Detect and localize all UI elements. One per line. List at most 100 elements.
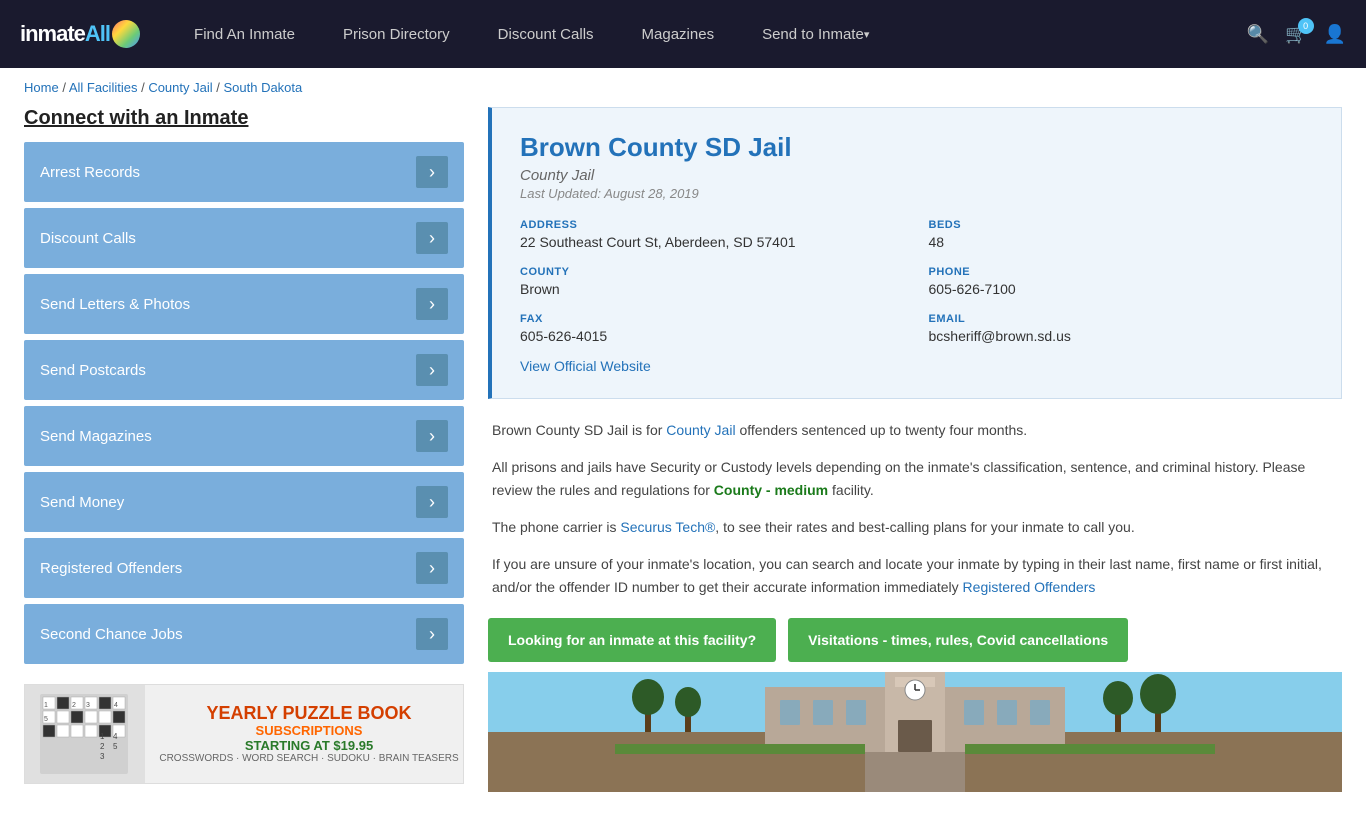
- svg-text:3: 3: [100, 752, 105, 761]
- sidebar-item-arrest-records[interactable]: Arrest Records ›: [24, 142, 464, 202]
- sidebar-ad[interactable]: 1 2 3 4 5 1 2 3 4 5 YEARLY PUZZLE BOOK S…: [24, 684, 464, 784]
- sidebar-item-registered-offenders[interactable]: Registered Offenders ›: [24, 538, 464, 598]
- sidebar-item-label: Registered Offenders: [40, 560, 182, 577]
- sidebar-item-discount-calls[interactable]: Discount Calls ›: [24, 208, 464, 268]
- search-button[interactable]: 🔍: [1247, 24, 1269, 45]
- desc-p1-after: offenders sentenced up to twenty four mo…: [736, 422, 1028, 438]
- county-jail-link[interactable]: County Jail: [666, 422, 735, 438]
- beds-field: BEDS 48: [929, 219, 1314, 250]
- account-button[interactable]: 👤: [1324, 24, 1346, 45]
- chevron-right-icon: ›: [416, 222, 448, 254]
- breadcrumb-all-facilities[interactable]: All Facilities: [69, 80, 138, 95]
- main-container: Connect with an Inmate Arrest Records › …: [0, 107, 1366, 822]
- sidebar-item-send-postcards[interactable]: Send Postcards ›: [24, 340, 464, 400]
- facility-type: County Jail: [520, 167, 1313, 184]
- navbar: inmateAll Find An Inmate Prison Director…: [0, 0, 1366, 68]
- description-area: Brown County SD Jail is for County Jail …: [488, 419, 1342, 600]
- fax-value: 605-626-4015: [520, 328, 905, 344]
- address-field: ADDRESS 22 Southeast Court St, Aberdeen,…: [520, 219, 905, 250]
- facility-updated: Last Updated: August 28, 2019: [520, 186, 1313, 201]
- svg-text:2: 2: [72, 702, 76, 709]
- svg-text:5: 5: [113, 742, 118, 751]
- nav-send-to-inmate[interactable]: Send to Inmate: [738, 0, 893, 68]
- ad-subtitle: SUBSCRIPTIONS: [155, 723, 463, 738]
- phone-value: 605-626-7100: [929, 281, 1314, 297]
- chevron-right-icon: ›: [416, 288, 448, 320]
- facility-card: Brown County SD Jail County Jail Last Up…: [488, 107, 1342, 399]
- nav-magazines[interactable]: Magazines: [618, 0, 739, 68]
- logo-all: All: [85, 21, 110, 46]
- sidebar-item-label: Discount Calls: [40, 230, 136, 247]
- breadcrumb-state[interactable]: South Dakota: [223, 80, 302, 95]
- svg-text:5: 5: [44, 716, 48, 723]
- address-label: ADDRESS: [520, 219, 905, 231]
- svg-text:4: 4: [113, 732, 118, 741]
- chevron-right-icon: ›: [416, 354, 448, 386]
- info-grid: ADDRESS 22 Southeast Court St, Aberdeen,…: [520, 219, 1313, 344]
- sidebar-item-label: Send Magazines: [40, 428, 152, 445]
- email-label: EMAIL: [929, 313, 1314, 325]
- desc-p2-before: All prisons and jails have Security or C…: [492, 459, 1305, 498]
- breadcrumb-home[interactable]: Home: [24, 80, 59, 95]
- breadcrumb-county-jail[interactable]: County Jail: [148, 80, 212, 95]
- ad-puzzle-graphic: 1 2 3 4 5 1 2 3 4 5: [25, 685, 145, 783]
- svg-text:2: 2: [100, 742, 105, 751]
- logo-text: inmateAll: [20, 21, 110, 47]
- registered-offenders-link[interactable]: Registered Offenders: [963, 579, 1096, 595]
- email-value: bcsheriff@brown.sd.us: [929, 328, 1314, 344]
- nav-prison-directory[interactable]: Prison Directory: [319, 0, 474, 68]
- desc-p3-before: The phone carrier is: [492, 519, 620, 535]
- breadcrumb: Home / All Facilities / County Jail / So…: [0, 68, 1366, 107]
- nav-discount-calls[interactable]: Discount Calls: [474, 0, 618, 68]
- description-para2: All prisons and jails have Security or C…: [492, 456, 1338, 502]
- sidebar-item-send-money[interactable]: Send Money ›: [24, 472, 464, 532]
- logo-inmate: inmate: [20, 21, 85, 46]
- address-value: 22 Southeast Court St, Aberdeen, SD 5740…: [520, 234, 905, 250]
- phone-field: PHONE 605-626-7100: [929, 266, 1314, 297]
- sidebar-item-label: Second Chance Jobs: [40, 626, 183, 643]
- nav-icons: 🔍 🛒 0 👤: [1247, 24, 1346, 45]
- phone-label: PHONE: [929, 266, 1314, 278]
- securus-link[interactable]: Securus Tech®: [620, 519, 715, 535]
- beds-label: BEDS: [929, 219, 1314, 231]
- sidebar-item-label: Arrest Records: [40, 164, 140, 181]
- sidebar-item-second-chance-jobs[interactable]: Second Chance Jobs ›: [24, 604, 464, 664]
- logo-icon: [112, 20, 140, 48]
- cart-button[interactable]: 🛒 0: [1285, 24, 1307, 45]
- view-website-link[interactable]: View Official Website: [520, 358, 651, 374]
- chevron-right-icon: ›: [416, 420, 448, 452]
- chevron-right-icon: ›: [416, 156, 448, 188]
- desc-p4-before: If you are unsure of your inmate's locat…: [492, 556, 1322, 595]
- nav-links: Find An Inmate Prison Directory Discount…: [170, 0, 1247, 68]
- visitations-button[interactable]: Visitations - times, rules, Covid cancel…: [788, 618, 1128, 662]
- fax-field: FAX 605-626-4015: [520, 313, 905, 344]
- svg-text:1: 1: [100, 732, 105, 741]
- nav-find-inmate[interactable]: Find An Inmate: [170, 0, 319, 68]
- email-field: EMAIL bcsheriff@brown.sd.us: [929, 313, 1314, 344]
- ad-price: STARTING AT $19.95: [155, 738, 463, 753]
- ad-desc: CROSSWORDS · WORD SEARCH · SUDOKU · BRAI…: [155, 753, 463, 764]
- facility-name: Brown County SD Jail: [520, 132, 1313, 163]
- ad-title: YEARLY PUZZLE BOOK: [155, 704, 463, 724]
- sidebar-item-send-letters[interactable]: Send Letters & Photos ›: [24, 274, 464, 334]
- svg-text:3: 3: [86, 702, 90, 709]
- desc-p1-before: Brown County SD Jail is for: [492, 422, 666, 438]
- sidebar-menu: Arrest Records › Discount Calls › Send L…: [24, 142, 464, 664]
- logo[interactable]: inmateAll: [20, 20, 140, 48]
- building-image: [488, 672, 1342, 792]
- description-para3: The phone carrier is Securus Tech®, to s…: [492, 516, 1338, 539]
- sidebar-item-send-magazines[interactable]: Send Magazines ›: [24, 406, 464, 466]
- cart-badge: 0: [1298, 18, 1314, 34]
- sidebar-title: Connect with an Inmate: [24, 107, 464, 130]
- sidebar-item-label: Send Money: [40, 494, 124, 511]
- desc-p3-after: , to see their rates and best-calling pl…: [715, 519, 1134, 535]
- sidebar-item-label: Send Letters & Photos: [40, 296, 190, 313]
- county-value: Brown: [520, 281, 905, 297]
- find-inmate-button[interactable]: Looking for an inmate at this facility?: [488, 618, 776, 662]
- sidebar: Connect with an Inmate Arrest Records › …: [24, 107, 464, 792]
- sidebar-item-label: Send Postcards: [40, 362, 146, 379]
- desc-p2-after: facility.: [828, 482, 874, 498]
- beds-value: 48: [929, 234, 1314, 250]
- content-area: Brown County SD Jail County Jail Last Up…: [488, 107, 1342, 792]
- county-medium-link[interactable]: County - medium: [714, 482, 828, 498]
